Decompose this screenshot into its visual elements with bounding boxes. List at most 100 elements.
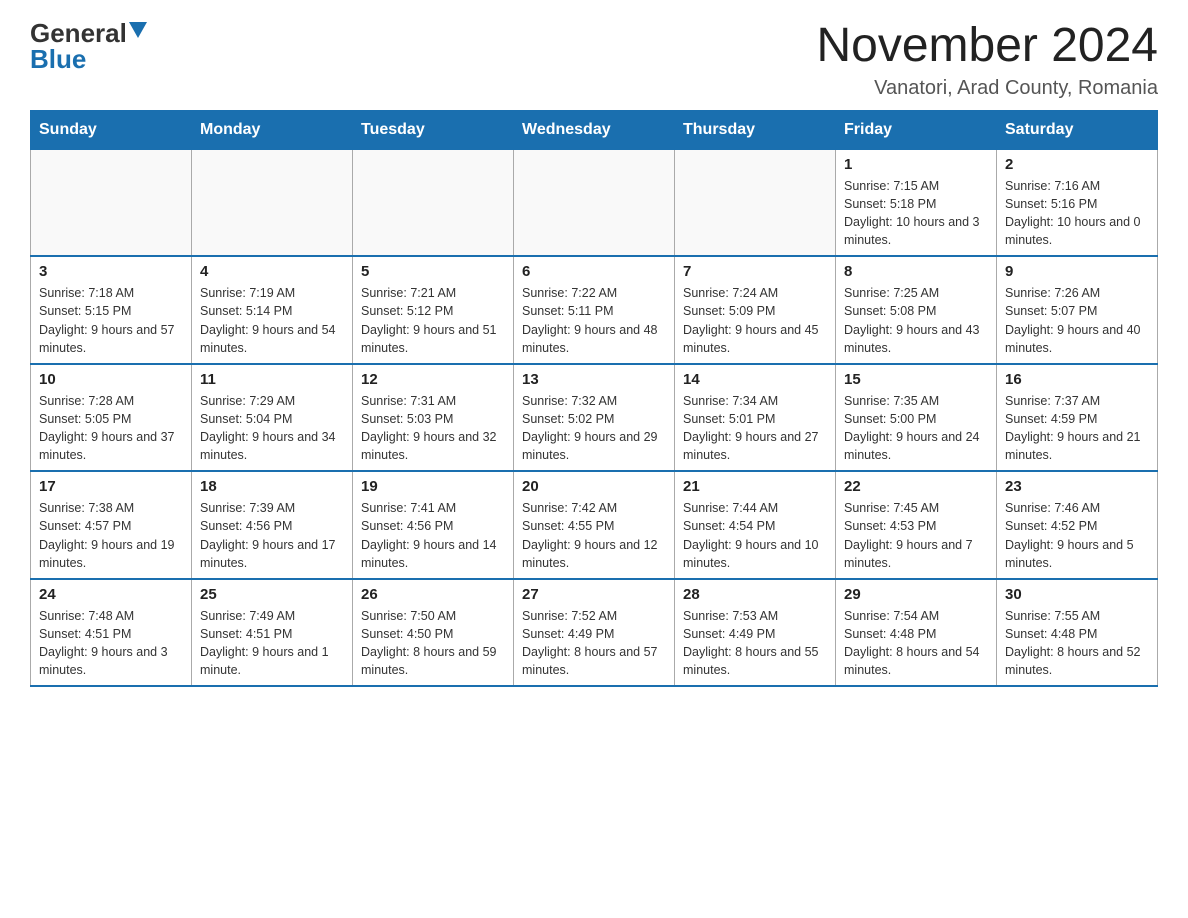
calendar-cell: 20Sunrise: 7:42 AM Sunset: 4:55 PM Dayli… [514,471,675,579]
day-number: 21 [683,478,827,495]
calendar-header-row: SundayMondayTuesdayWednesdayThursdayFrid… [31,110,1158,149]
day-of-week-header: Sunday [31,110,192,149]
calendar-week-row: 1 Sunrise: 7:15 AM Sunset: 5:18 PM Daylig… [31,149,1158,256]
calendar-cell: 18 Sunrise: 7:39 AM Sunset: 4:56 PM Dayli… [192,471,353,579]
calendar-cell: 6Sunrise: 7:22 AM Sunset: 5:11 PM Daylig… [514,256,675,364]
day-info: Sunrise: 7:52 AM Sunset: 4:49 PM Dayligh… [522,607,666,680]
day-info: Sunrise: 7:39 AM Sunset: 4:56 PM Dayligh… [200,499,344,572]
day-number: 12 [361,371,505,388]
day-number: 1 [844,156,988,173]
calendar-cell: 7 Sunrise: 7:24 AM Sunset: 5:09 PM Daylig… [675,256,836,364]
day-number: 28 [683,586,827,603]
day-info: Sunrise: 7:34 AM Sunset: 5:01 PM Dayligh… [683,392,827,465]
calendar-cell: 15 Sunrise: 7:35 AM Sunset: 5:00 PM Dayli… [836,364,997,472]
day-number: 17 [39,478,183,495]
day-info: Sunrise: 7:46 AM Sunset: 4:52 PM Dayligh… [1005,499,1149,572]
calendar-table: SundayMondayTuesdayWednesdayThursdayFrid… [30,110,1158,688]
calendar-cell: 27 Sunrise: 7:52 AM Sunset: 4:49 PM Dayli… [514,579,675,687]
day-number: 13 [522,371,666,388]
day-number: 18 [200,478,344,495]
day-info: Sunrise: 7:48 AM Sunset: 4:51 PM Dayligh… [39,607,183,680]
calendar-cell: 4 Sunrise: 7:19 AM Sunset: 5:14 PM Daylig… [192,256,353,364]
calendar-cell: 1 Sunrise: 7:15 AM Sunset: 5:18 PM Daylig… [836,149,997,256]
day-info: Sunrise: 7:15 AM Sunset: 5:18 PM Dayligh… [844,177,988,250]
day-number: 27 [522,586,666,603]
day-number: 7 [683,263,827,280]
calendar-cell: 22 Sunrise: 7:45 AM Sunset: 4:53 PM Dayli… [836,471,997,579]
day-info: Sunrise: 7:41 AM Sunset: 4:56 PM Dayligh… [361,499,505,572]
day-info: Sunrise: 7:19 AM Sunset: 5:14 PM Dayligh… [200,284,344,357]
day-info: Sunrise: 7:53 AM Sunset: 4:49 PM Dayligh… [683,607,827,680]
calendar-week-row: 10 Sunrise: 7:28 AM Sunset: 5:05 PM Dayli… [31,364,1158,472]
day-number: 20 [522,478,666,495]
calendar-cell: 13 Sunrise: 7:32 AM Sunset: 5:02 PM Dayli… [514,364,675,472]
day-of-week-header: Tuesday [353,110,514,149]
day-number: 4 [200,263,344,280]
logo-blue-text: Blue [30,44,86,74]
month-title: November 2024 [816,20,1158,73]
logo-general-text: General [30,20,127,46]
day-number: 23 [1005,478,1149,495]
day-number: 3 [39,263,183,280]
day-number: 24 [39,586,183,603]
day-number: 26 [361,586,505,603]
day-info: Sunrise: 7:24 AM Sunset: 5:09 PM Dayligh… [683,284,827,357]
day-number: 16 [1005,371,1149,388]
day-info: Sunrise: 7:18 AM Sunset: 5:15 PM Dayligh… [39,284,183,357]
day-number: 14 [683,371,827,388]
calendar-cell [192,149,353,256]
calendar-cell: 24 Sunrise: 7:48 AM Sunset: 4:51 PM Dayli… [31,579,192,687]
day-info: Sunrise: 7:25 AM Sunset: 5:08 PM Dayligh… [844,284,988,357]
title-area: November 2024 Vanatori, Arad County, Rom… [816,20,1158,100]
calendar-cell [353,149,514,256]
calendar-cell: 5 Sunrise: 7:21 AM Sunset: 5:12 PM Daylig… [353,256,514,364]
day-number: 29 [844,586,988,603]
calendar-cell: 16Sunrise: 7:37 AM Sunset: 4:59 PM Dayli… [997,364,1158,472]
calendar-cell: 10 Sunrise: 7:28 AM Sunset: 5:05 PM Dayli… [31,364,192,472]
day-number: 22 [844,478,988,495]
calendar-cell: 29 Sunrise: 7:54 AM Sunset: 4:48 PM Dayli… [836,579,997,687]
day-info: Sunrise: 7:45 AM Sunset: 4:53 PM Dayligh… [844,499,988,572]
day-info: Sunrise: 7:28 AM Sunset: 5:05 PM Dayligh… [39,392,183,465]
calendar-cell: 14 Sunrise: 7:34 AM Sunset: 5:01 PM Dayli… [675,364,836,472]
day-info: Sunrise: 7:35 AM Sunset: 5:00 PM Dayligh… [844,392,988,465]
day-of-week-header: Wednesday [514,110,675,149]
calendar-cell: 21 Sunrise: 7:44 AM Sunset: 4:54 PM Dayli… [675,471,836,579]
logo: General Blue [30,20,147,73]
day-number: 25 [200,586,344,603]
day-number: 8 [844,263,988,280]
day-number: 6 [522,263,666,280]
day-info: Sunrise: 7:50 AM Sunset: 4:50 PM Dayligh… [361,607,505,680]
calendar-cell: 8 Sunrise: 7:25 AM Sunset: 5:08 PM Daylig… [836,256,997,364]
calendar-week-row: 3 Sunrise: 7:18 AM Sunset: 5:15 PM Daylig… [31,256,1158,364]
calendar-cell [31,149,192,256]
calendar-week-row: 24 Sunrise: 7:48 AM Sunset: 4:51 PM Dayli… [31,579,1158,687]
day-info: Sunrise: 7:54 AM Sunset: 4:48 PM Dayligh… [844,607,988,680]
calendar-cell: 3 Sunrise: 7:18 AM Sunset: 5:15 PM Daylig… [31,256,192,364]
day-info: Sunrise: 7:32 AM Sunset: 5:02 PM Dayligh… [522,392,666,465]
day-info: Sunrise: 7:31 AM Sunset: 5:03 PM Dayligh… [361,392,505,465]
day-info: Sunrise: 7:49 AM Sunset: 4:51 PM Dayligh… [200,607,344,680]
day-info: Sunrise: 7:29 AM Sunset: 5:04 PM Dayligh… [200,392,344,465]
calendar-cell [514,149,675,256]
day-number: 30 [1005,586,1149,603]
day-number: 19 [361,478,505,495]
day-number: 11 [200,371,344,388]
day-info: Sunrise: 7:44 AM Sunset: 4:54 PM Dayligh… [683,499,827,572]
day-number: 9 [1005,263,1149,280]
day-number: 5 [361,263,505,280]
day-info: Sunrise: 7:26 AM Sunset: 5:07 PM Dayligh… [1005,284,1149,357]
calendar-cell: 19 Sunrise: 7:41 AM Sunset: 4:56 PM Dayli… [353,471,514,579]
calendar-cell [675,149,836,256]
day-info: Sunrise: 7:16 AM Sunset: 5:16 PM Dayligh… [1005,177,1149,250]
calendar-cell: 30 Sunrise: 7:55 AM Sunset: 4:48 PM Dayli… [997,579,1158,687]
day-number: 15 [844,371,988,388]
day-info: Sunrise: 7:55 AM Sunset: 4:48 PM Dayligh… [1005,607,1149,680]
day-info: Sunrise: 7:38 AM Sunset: 4:57 PM Dayligh… [39,499,183,572]
day-of-week-header: Thursday [675,110,836,149]
day-info: Sunrise: 7:21 AM Sunset: 5:12 PM Dayligh… [361,284,505,357]
day-number: 10 [39,371,183,388]
logo-arrow-icon [129,22,147,40]
day-of-week-header: Monday [192,110,353,149]
calendar-cell: 2Sunrise: 7:16 AM Sunset: 5:16 PM Daylig… [997,149,1158,256]
